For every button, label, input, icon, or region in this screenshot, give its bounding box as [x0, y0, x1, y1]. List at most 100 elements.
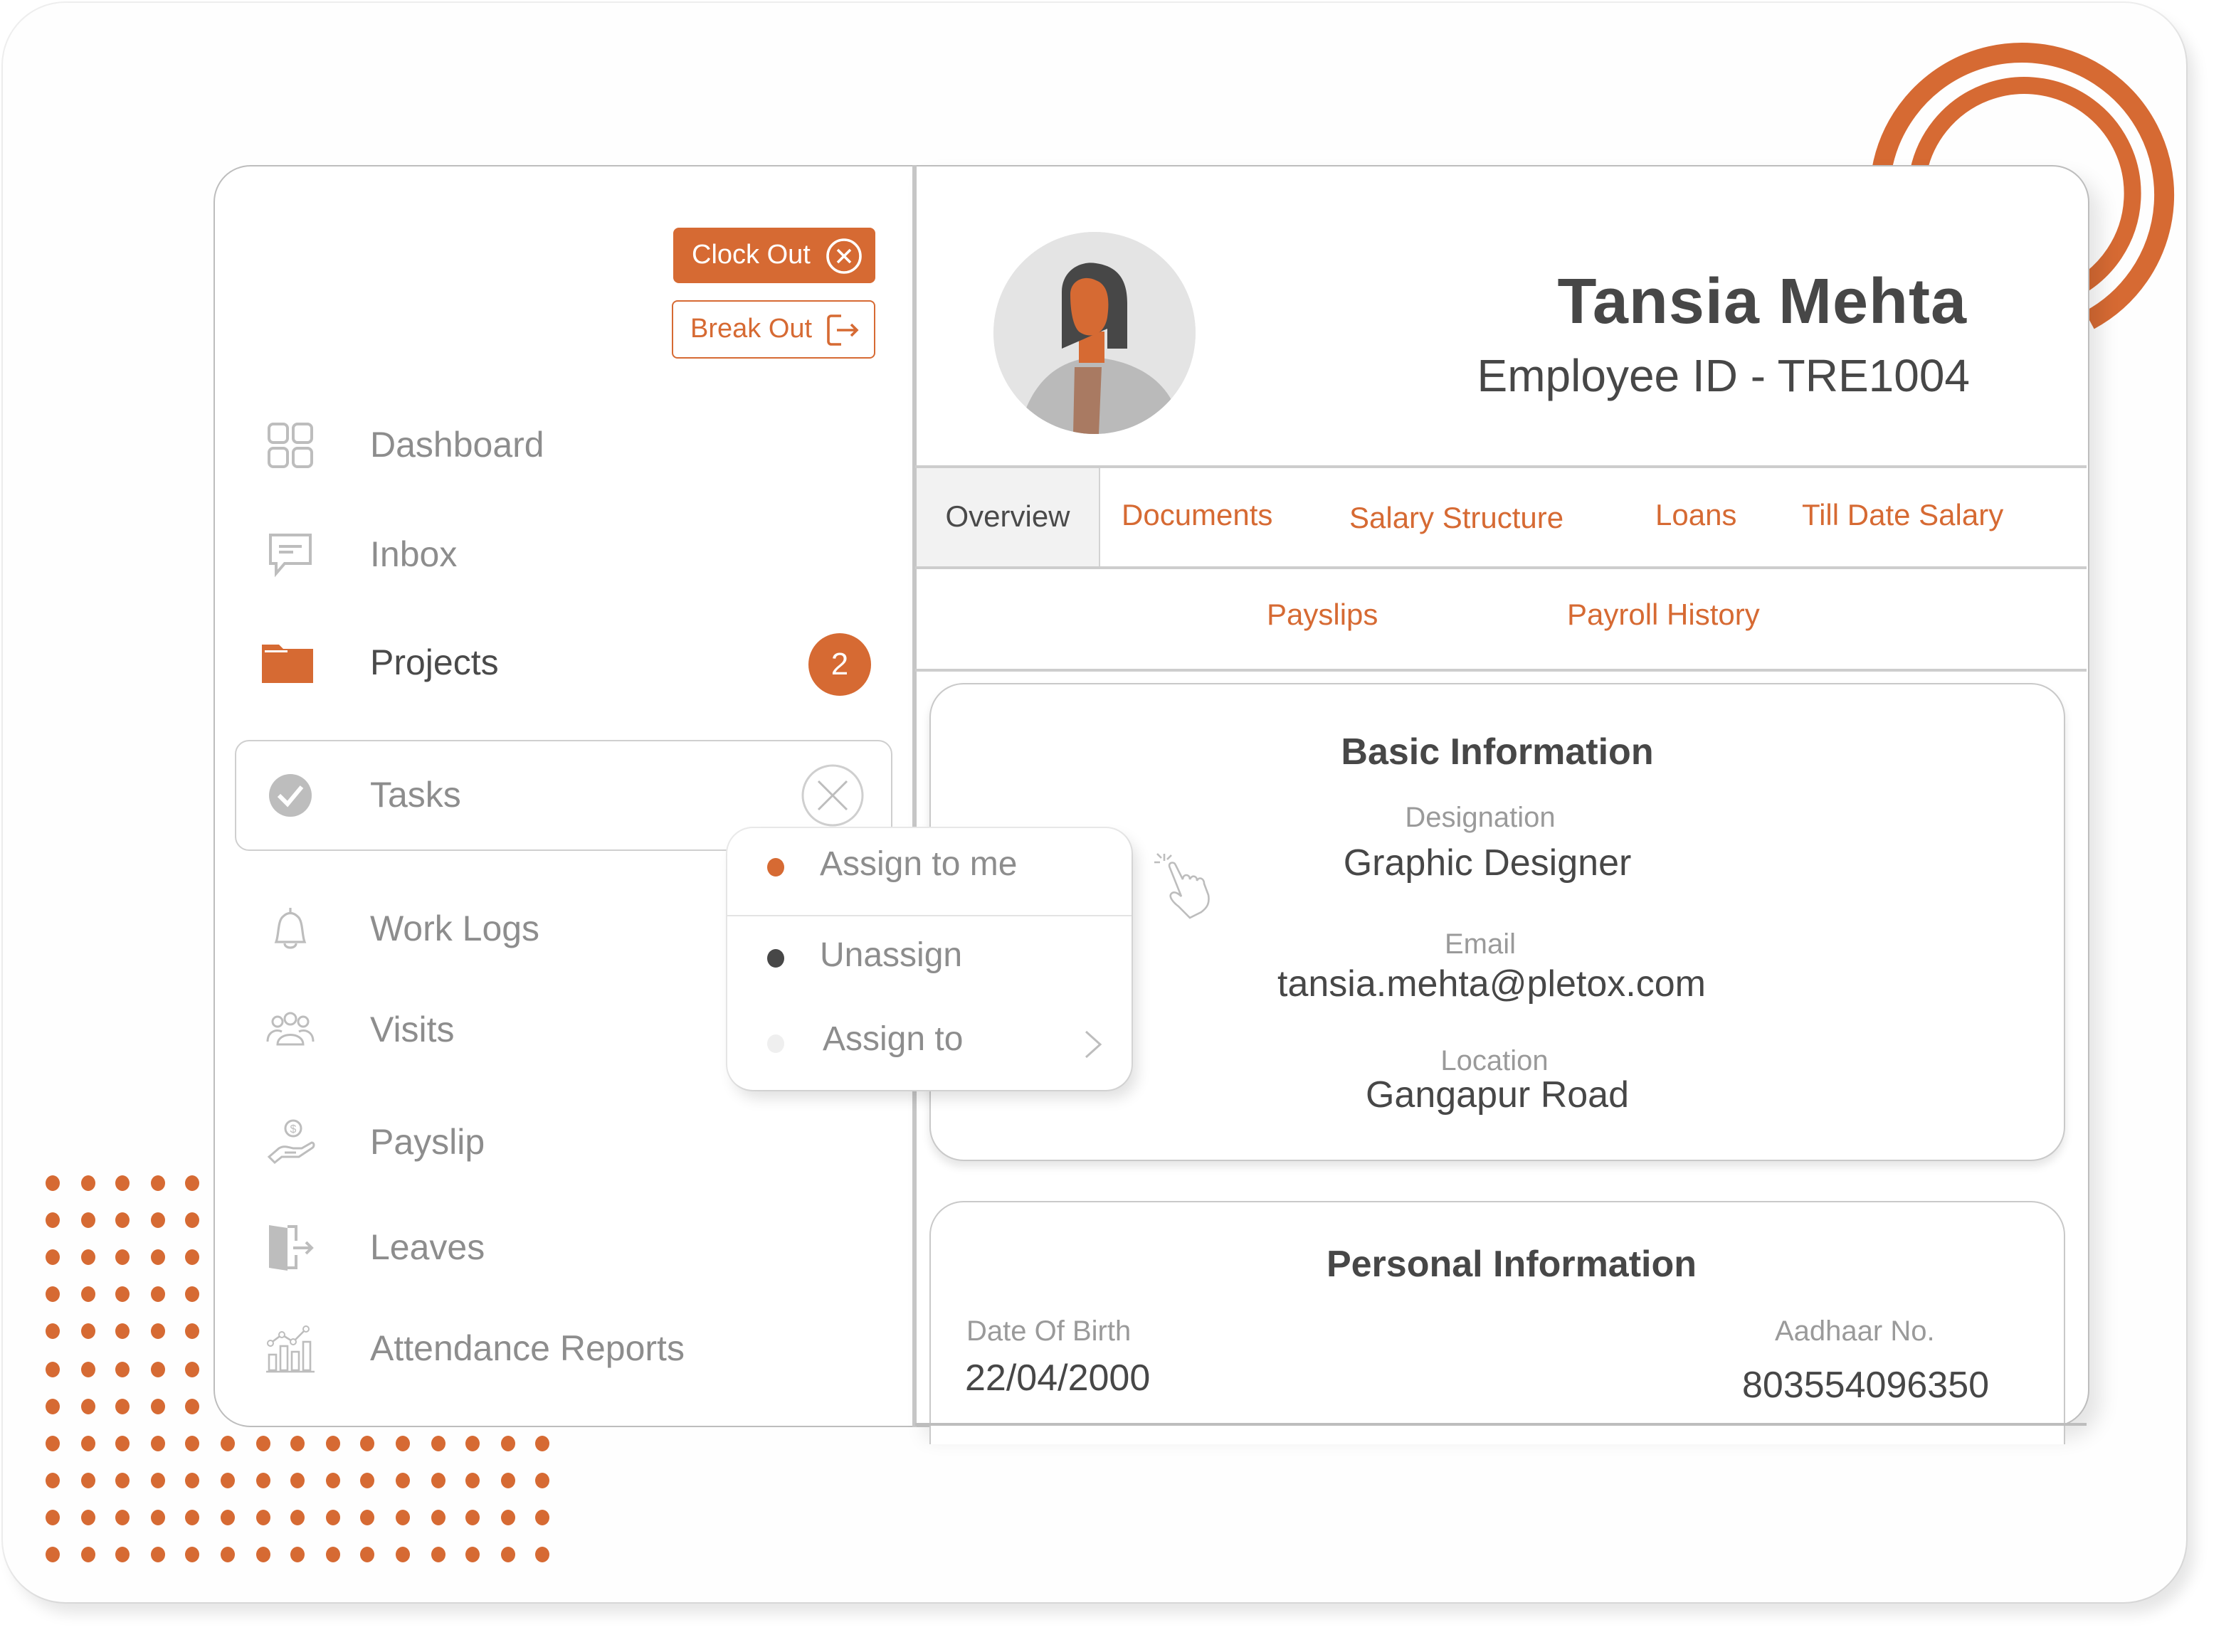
tab-loans[interactable]: Loans — [1655, 499, 1736, 534]
close-circle-icon — [826, 238, 862, 274]
tab-till-date-salary[interactable]: Till Date Salary — [1802, 499, 2003, 534]
decorative-dot — [431, 1435, 445, 1451]
bell-icon — [274, 908, 307, 949]
menu-item-unassign[interactable]: Unassign — [727, 916, 1132, 1002]
sidebar-item-leaves[interactable]: Leaves — [251, 1212, 877, 1283]
group-users-icon — [266, 1012, 315, 1046]
sidebar-item-label: Payslip — [370, 1122, 485, 1162]
check-circle-icon — [269, 774, 312, 817]
decorative-dot — [46, 1509, 60, 1525]
logout-icon — [827, 314, 859, 346]
clock-out-button[interactable]: Clock Out — [673, 228, 875, 283]
decorative-dot — [221, 1472, 235, 1488]
decorative-dot — [396, 1435, 410, 1451]
sidebar-item-label: Leaves — [370, 1227, 485, 1267]
bar-line-chart-icon — [266, 1325, 315, 1373]
sidebar-item-label: Projects — [370, 642, 499, 682]
decorative-dot — [46, 1398, 60, 1414]
decorative-dot — [465, 1435, 480, 1451]
decorative-dot — [255, 1509, 270, 1525]
employee-id: Employee ID - TRE1004 — [1477, 350, 1970, 401]
decorative-dot — [221, 1547, 235, 1562]
sidebar-item-inbox[interactable]: Inbox — [251, 519, 877, 591]
menu-item-assign-to[interactable]: Assign to — [727, 1002, 1132, 1087]
decorative-dot — [115, 1435, 130, 1451]
decorative-dot — [431, 1509, 445, 1525]
decorative-dot — [80, 1472, 95, 1488]
sidebar-item-label: Dashboard — [370, 425, 544, 465]
hand-coin-icon: $ — [267, 1119, 315, 1165]
dashboard-grid-icon — [268, 423, 313, 468]
panel-divider — [912, 165, 917, 1427]
dob-value: 22/04/2000 — [965, 1356, 1151, 1399]
decorative-dot — [325, 1472, 340, 1488]
personal-information-card: Personal Information Date Of Birth 22/04… — [929, 1201, 2065, 1444]
sidebar-item-payslip[interactable]: $ Payslip — [251, 1107, 877, 1178]
tab-overview[interactable]: Overview — [917, 468, 1100, 568]
decorative-dot — [80, 1547, 95, 1562]
clock-out-label: Clock Out — [692, 240, 811, 270]
tab-payslips[interactable]: Payslips — [1267, 599, 1378, 633]
decorative-dot — [255, 1472, 270, 1488]
basic-information-title: Basic Information — [1341, 730, 1654, 773]
decorative-dot — [221, 1509, 235, 1525]
sidebar-item-projects[interactable]: Projects — [251, 628, 877, 699]
svg-text:$: $ — [290, 1123, 297, 1135]
decorative-dot — [46, 1472, 60, 1488]
tabs-row-divider — [915, 566, 2087, 569]
decorative-dot — [325, 1509, 340, 1525]
decorative-dot — [221, 1435, 235, 1451]
decorative-dot — [255, 1435, 270, 1451]
decorative-dot — [150, 1398, 165, 1414]
sidebar-item-label: Inbox — [370, 534, 458, 574]
hand-pointer-cursor-icon — [1154, 853, 1210, 919]
decorative-dot — [465, 1472, 480, 1488]
tab-salary-structure[interactable]: Salary Structure — [1349, 502, 1563, 536]
break-out-label: Break Out — [690, 314, 813, 344]
menu-item-label: Unassign — [820, 936, 963, 975]
sidebar-item-label: Work Logs — [370, 909, 540, 948]
decorative-dot — [150, 1435, 165, 1451]
employee-name: Tansia Mehta — [1557, 265, 1967, 337]
aadhaar-value: 803554096350 — [1742, 1363, 1990, 1406]
decorative-dot — [290, 1435, 305, 1451]
decorative-dot — [150, 1509, 165, 1525]
decorative-dot — [396, 1547, 410, 1562]
panel-bottom-border — [915, 1423, 2087, 1426]
sidebar-item-label: Attendance Reports — [370, 1328, 685, 1368]
tab-payroll-history[interactable]: Payroll History — [1567, 599, 1760, 633]
decorative-dot — [396, 1472, 410, 1488]
status-dot-icon — [767, 858, 784, 877]
decorative-dot — [255, 1547, 270, 1562]
decorative-dot — [46, 1175, 60, 1191]
decorative-dot — [80, 1212, 95, 1229]
decorative-dot — [80, 1509, 95, 1525]
decorative-dot — [500, 1435, 515, 1451]
chat-message-icon — [269, 534, 312, 578]
decorative-dot — [500, 1509, 515, 1525]
break-out-button[interactable]: Break Out — [672, 300, 875, 359]
decorative-dot — [80, 1435, 95, 1451]
decorative-dot — [150, 1472, 165, 1488]
decorative-dot — [150, 1212, 165, 1229]
folder-icon — [262, 645, 313, 683]
menu-item-label: Assign to me — [820, 845, 1018, 884]
dob-label: Date Of Birth — [966, 1316, 1132, 1347]
avatar — [993, 232, 1196, 434]
projects-count-badge: 2 — [808, 633, 871, 696]
decorative-dot — [115, 1472, 130, 1488]
decorative-dot — [80, 1361, 95, 1377]
menu-item-label: Assign to — [823, 1020, 964, 1059]
close-circle-icon[interactable] — [800, 763, 865, 828]
sidebar-item-attendance-reports[interactable]: Attendance Reports — [251, 1313, 877, 1384]
sidebar-item-dashboard[interactable]: Dashboard — [251, 410, 877, 481]
status-dot-icon — [767, 949, 784, 968]
tabs-bottom-border — [915, 669, 2087, 672]
decorative-dot — [500, 1547, 515, 1562]
tab-documents[interactable]: Documents — [1122, 499, 1272, 534]
decorative-dot — [150, 1249, 165, 1266]
decorative-dot — [80, 1398, 95, 1414]
sidebar-item-tasks[interactable]: Tasks — [251, 760, 877, 831]
tab-label: Overview — [945, 501, 1070, 534]
menu-item-assign-to-me[interactable]: Assign to me — [727, 828, 1132, 914]
